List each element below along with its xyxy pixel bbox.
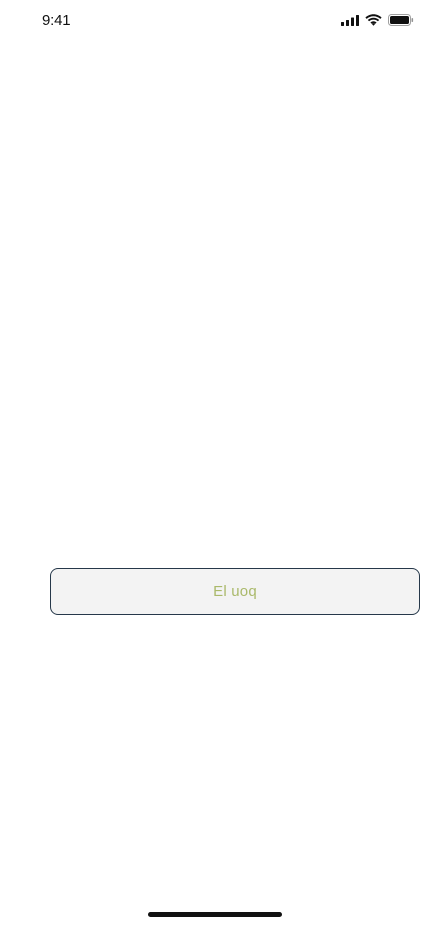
action-button[interactable]: El uoq [50,568,420,615]
cellular-signal-icon [341,14,359,26]
status-bar: 9:41 [0,0,430,44]
status-time: 9:41 [42,12,71,29]
screen: 9:41 El uoq [0,0,430,932]
home-indicator[interactable] [148,912,282,917]
battery-icon [388,14,414,26]
action-button-label: El uoq [213,583,257,600]
wifi-icon [365,14,382,26]
status-icons [341,14,414,26]
